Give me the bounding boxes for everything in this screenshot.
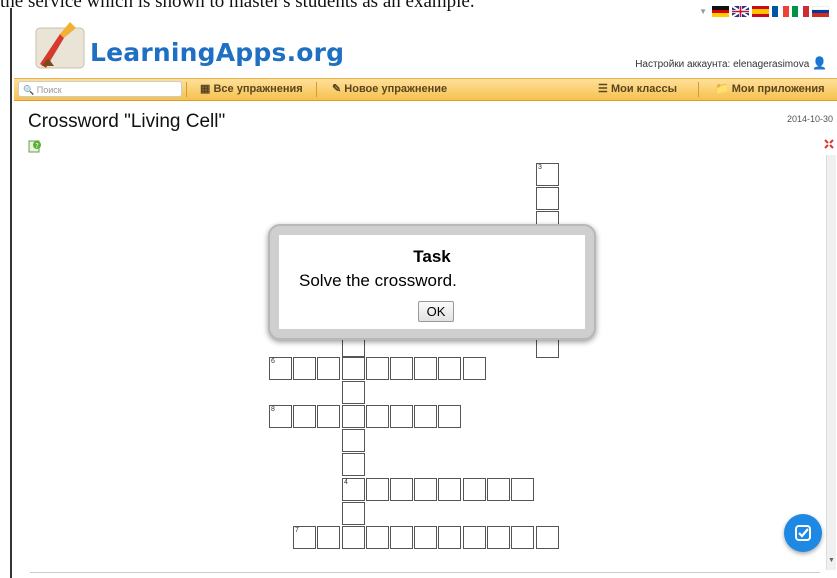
- crossword-cell[interactable]: [317, 526, 340, 549]
- svg-text:?: ?: [35, 142, 39, 150]
- check-answer-button[interactable]: [784, 514, 822, 552]
- list-icon: ☰: [598, 83, 608, 95]
- crossword-cell[interactable]: 4: [342, 478, 365, 501]
- crossword-cell[interactable]: [366, 405, 389, 428]
- crossword-cell[interactable]: [390, 478, 413, 501]
- crossword-cell[interactable]: [414, 405, 437, 428]
- flag-es-icon[interactable]: [752, 6, 769, 17]
- account-label: Настройки аккаунта: elenagerasimova: [635, 59, 810, 70]
- crossword-cell[interactable]: [390, 526, 413, 549]
- flag-ru-icon[interactable]: [812, 6, 829, 17]
- clue-number: 6: [271, 358, 275, 365]
- nav-divider: [698, 82, 699, 97]
- crossword-cell[interactable]: 6: [269, 357, 292, 380]
- nav-divider: [186, 82, 187, 97]
- nav-new-exercise-label: Новое упражнение: [344, 83, 448, 95]
- check-icon: [795, 525, 811, 541]
- crossword-cell[interactable]: [487, 478, 510, 501]
- help-icon[interactable]: ?: [28, 139, 42, 153]
- nav-all-exercises[interactable]: ▦ Все упражнения: [200, 79, 303, 100]
- nav-my-apps[interactable]: 📁 Мои приложения: [715, 79, 825, 100]
- crossword-cell[interactable]: [463, 526, 486, 549]
- task-dialog: Task Solve the crossword. OK: [268, 224, 596, 340]
- crossword-cell[interactable]: [342, 453, 365, 476]
- crossword-cell[interactable]: [390, 405, 413, 428]
- folder-icon: 📁: [715, 83, 729, 95]
- search-icon: 🔍: [23, 85, 35, 95]
- crossword-cell[interactable]: [536, 187, 559, 210]
- crossword-cell[interactable]: [342, 381, 365, 404]
- main-navbar: 🔍 Поиск ▦ Все упражнения ✎ Новое упражне…: [14, 78, 837, 101]
- content-bottom-divider: [30, 572, 820, 573]
- crossword-cell[interactable]: [414, 526, 437, 549]
- scrollbar[interactable]: [826, 155, 836, 570]
- crossword-cell[interactable]: [438, 405, 461, 428]
- crossword-cell[interactable]: 8: [269, 405, 292, 428]
- nav-my-classes-label: Мои классы: [610, 83, 678, 95]
- flag-uk-icon[interactable]: [732, 6, 749, 17]
- crossword-cell[interactable]: [536, 526, 559, 549]
- crossword-cell[interactable]: 7: [293, 526, 316, 549]
- crossword-cell[interactable]: 3: [536, 163, 559, 186]
- fullscreen-icon[interactable]: [824, 139, 834, 149]
- logo-text: LearningApps.org: [90, 38, 345, 67]
- search-placeholder: Поиск: [36, 85, 62, 95]
- crossword-cell[interactable]: [463, 478, 486, 501]
- crossword-cell[interactable]: [342, 405, 365, 428]
- crossword-cell[interactable]: [438, 478, 461, 501]
- crossword-cell[interactable]: [414, 478, 437, 501]
- flag-fr-icon[interactable]: [772, 6, 789, 17]
- search-input[interactable]: 🔍 Поиск: [18, 81, 182, 97]
- crossword-cell[interactable]: [487, 526, 510, 549]
- clue-number: 8: [271, 406, 275, 413]
- crossword-cell[interactable]: [511, 478, 534, 501]
- crossword-cell[interactable]: [511, 526, 534, 549]
- nav-divider: [316, 82, 317, 97]
- task-dialog-message: Solve the crossword.: [299, 271, 457, 290]
- language-selector[interactable]: ▼: [699, 6, 829, 17]
- account-settings[interactable]: Настройки аккаунта: elenagerasimova 👤: [635, 56, 827, 70]
- crossword-cell[interactable]: [293, 357, 316, 380]
- chevron-down-icon[interactable]: ▼: [699, 7, 707, 16]
- crossword-cell[interactable]: [342, 502, 365, 525]
- user-icon: 👤: [812, 56, 827, 70]
- flag-it-icon[interactable]: [792, 6, 809, 17]
- crossword-cell[interactable]: [390, 357, 413, 380]
- scroll-down-arrow-icon[interactable]: ▼: [828, 557, 835, 564]
- crossword-cell[interactable]: [342, 357, 365, 380]
- nav-my-classes[interactable]: ☰ Мои классы: [598, 79, 677, 100]
- clue-number: 7: [295, 527, 299, 534]
- crossword-cell[interactable]: [342, 429, 365, 452]
- clue-number: 4: [344, 479, 348, 486]
- nav-all-exercises-label: Все упражнения: [213, 83, 303, 95]
- task-dialog-title: Task: [413, 247, 451, 266]
- crossword-cell[interactable]: [293, 405, 316, 428]
- crossword-cell[interactable]: [366, 357, 389, 380]
- crossword-cell[interactable]: [463, 357, 486, 380]
- ok-button[interactable]: OK: [418, 301, 454, 322]
- nav-my-apps-label: Мои приложения: [731, 83, 825, 95]
- app-date: 2014-10-30: [786, 114, 833, 124]
- crossword-cell[interactable]: [438, 357, 461, 380]
- crossword-cell[interactable]: [317, 357, 340, 380]
- task-dialog-body: Task Solve the crossword. OK: [279, 235, 585, 329]
- logo[interactable]: LearningApps.org: [30, 8, 344, 78]
- crossword-cell[interactable]: [317, 405, 340, 428]
- grid-icon: ▦: [200, 83, 211, 95]
- crossword-cell[interactable]: [438, 526, 461, 549]
- clue-number: 3: [538, 164, 542, 171]
- page-title: Crossword "Living Cell": [28, 111, 226, 132]
- crossword-cell[interactable]: [342, 526, 365, 549]
- flag-de-icon[interactable]: [712, 6, 729, 17]
- crossword-cell[interactable]: [414, 357, 437, 380]
- crossword-cell[interactable]: [366, 478, 389, 501]
- crossword-cell[interactable]: [366, 526, 389, 549]
- pencil-icon: ✎: [332, 83, 342, 95]
- nav-new-exercise[interactable]: ✎ Новое упражнение: [332, 79, 447, 100]
